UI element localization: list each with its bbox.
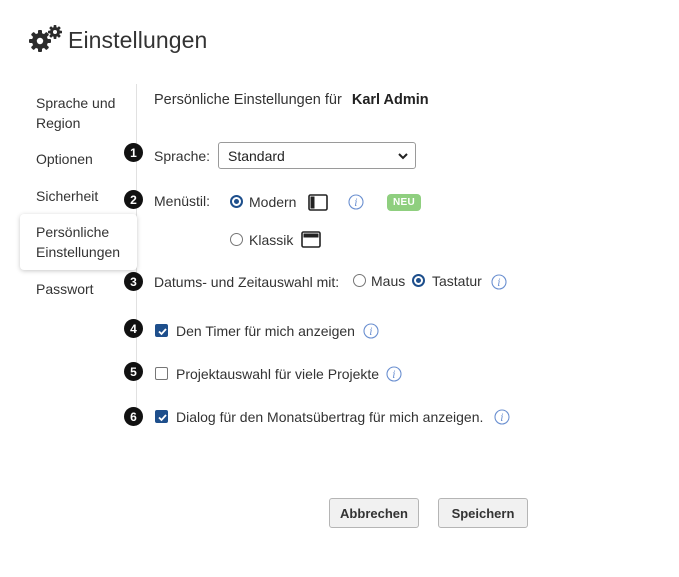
show-timer-checkbox[interactable] [155, 324, 168, 337]
menu-style-classic-label[interactable]: Klassik [249, 232, 293, 248]
picker-mouse-label[interactable]: Maus [371, 273, 405, 289]
show-timer-label[interactable]: Den Timer für mich anzeigen [176, 323, 355, 339]
info-icon[interactable]: i [363, 323, 379, 339]
picker-keyboard-radio[interactable] [412, 274, 425, 287]
gears-icon [29, 25, 62, 52]
settings-panel: Persönliche Einstellungen für Karl Admin… [124, 84, 676, 524]
svg-text:i: i [354, 198, 357, 209]
picker-mouse-radio[interactable] [353, 274, 366, 287]
language-label: Sprache: [154, 148, 211, 164]
user-name: Karl Admin [351, 92, 429, 108]
info-icon[interactable]: i [348, 194, 364, 210]
picker-keyboard-label[interactable]: Tastatur [432, 273, 482, 289]
month-transfer-dialog-label[interactable]: Dialog für den Monatsübertrag für mich a… [176, 409, 483, 425]
checkmark-icon [158, 328, 167, 336]
sidebar-item-sicherheit[interactable]: Sicherheit [20, 186, 136, 206]
page-header: Einstellungen [28, 18, 207, 62]
svg-text:i: i [497, 278, 500, 289]
svg-text:i: i [369, 327, 372, 338]
menu-style-modern-label[interactable]: Modern [249, 194, 296, 210]
svg-text:i: i [500, 413, 503, 424]
checkmark-icon [158, 414, 167, 422]
menu-style-classic-radio[interactable] [230, 233, 243, 246]
info-icon[interactable]: i [491, 274, 507, 290]
sidebar-item-sprache-region[interactable]: Sprache und Region [20, 93, 136, 133]
menu-style-label: Menüstil: [154, 193, 211, 209]
cancel-button[interactable]: Abbrechen [329, 498, 419, 528]
title-prefix: Persönliche Einstellungen für [154, 92, 342, 108]
page-title: Einstellungen [68, 26, 208, 53]
classic-layout-icon [301, 231, 321, 248]
info-icon[interactable]: i [494, 409, 510, 425]
modern-layout-icon [308, 194, 328, 211]
sidebar-item-label: Persönliche Einstellungen [36, 224, 121, 260]
sidebar-item-passwort[interactable]: Passwort [20, 279, 136, 299]
language-select[interactable]: Standard [218, 142, 416, 169]
chevron-down-icon [398, 153, 408, 160]
sidebar-item-label: Sprache und Region [36, 95, 116, 131]
project-selection-label[interactable]: Projektauswahl für viele Projekte [176, 366, 379, 382]
step-number-6: 6 [124, 407, 143, 426]
new-badge: NEU [387, 194, 422, 211]
sidebar-item-optionen[interactable]: Optionen [20, 149, 136, 169]
sidebar-item-persoenliche-einstellungen[interactable]: Persönliche Einstellungen [20, 214, 137, 270]
month-transfer-dialog-checkbox[interactable] [155, 410, 168, 423]
step-number-2: 2 [124, 190, 143, 209]
date-time-picker-label: Datums- und Zeitauswahl mit: [154, 274, 340, 290]
save-button[interactable]: Speichern [438, 498, 528, 528]
step-number-4: 4 [124, 319, 143, 338]
project-selection-checkbox[interactable] [155, 367, 168, 380]
section-title: Persönliche Einstellungen für Karl Admin [154, 92, 429, 108]
step-number-1: 1 [124, 143, 143, 162]
sidebar-item-label: Passwort [36, 281, 94, 297]
svg-text:i: i [392, 370, 395, 381]
step-number-5: 5 [124, 362, 143, 381]
menu-style-modern-radio[interactable] [230, 195, 243, 208]
sidebar-item-label: Sicherheit [36, 188, 99, 204]
language-select-value: Standard [228, 147, 285, 164]
info-icon[interactable]: i [386, 366, 402, 382]
step-number-3: 3 [124, 272, 143, 291]
sidebar: Sprache und Region Optionen Sicherheit P… [20, 84, 137, 426]
sidebar-item-label: Optionen [36, 151, 93, 167]
